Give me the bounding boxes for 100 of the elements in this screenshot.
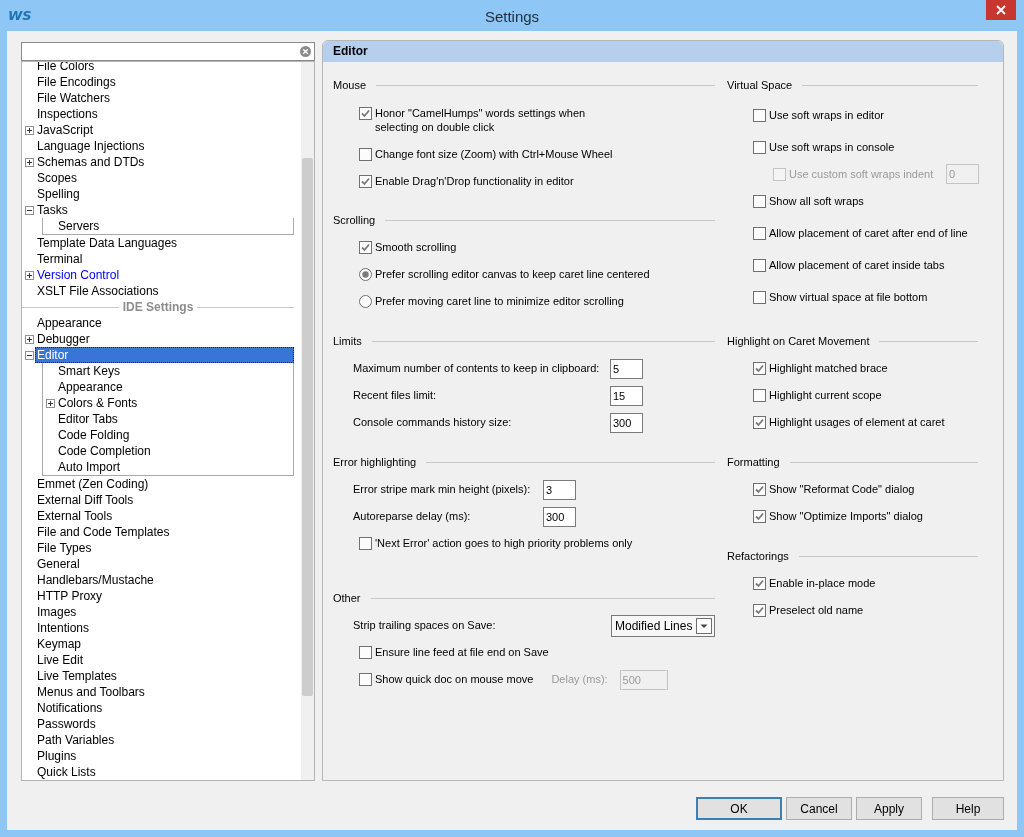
collapse-icon[interactable]: [25, 205, 34, 215]
tree-item[interactable]: Editor: [35, 347, 294, 363]
number-field[interactable]: 300: [610, 412, 643, 433]
tree-item[interactable]: Inspections: [35, 106, 98, 122]
tree-item[interactable]: File Types: [35, 540, 92, 556]
checkbox-label: 'Next Error' action goes to high priority problems only: [375, 536, 633, 552]
tree-item[interactable]: File Watchers: [35, 90, 110, 106]
checkbox[interactable]: [753, 510, 766, 523]
section-heading: Refactorings: [727, 549, 789, 565]
checkbox[interactable]: [359, 537, 372, 550]
tree-item[interactable]: JavaScript: [35, 122, 94, 138]
tree-item[interactable]: File Encodings: [35, 74, 116, 90]
expand-icon[interactable]: [46, 398, 55, 408]
section-divider-label: IDE Settings: [121, 299, 195, 316]
number-field[interactable]: 15: [610, 385, 643, 406]
dialog-button[interactable]: Apply: [856, 797, 922, 820]
radio-button[interactable]: [359, 295, 372, 308]
collapse-icon[interactable]: [25, 350, 34, 360]
dialog-button[interactable]: Help: [932, 797, 1004, 820]
tree-item[interactable]: Appearance: [56, 379, 123, 395]
tree-item[interactable]: Plugins: [35, 748, 77, 764]
checkbox[interactable]: [753, 416, 766, 429]
tree-item[interactable]: Schemas and DTDs: [35, 154, 145, 170]
tree-item[interactable]: Editor Tabs: [56, 411, 118, 427]
checkbox[interactable]: [359, 148, 372, 161]
section-heading: Error highlighting: [333, 455, 417, 471]
checkbox-label: Allow placement of caret after end of line: [769, 225, 968, 241]
expand-icon[interactable]: [25, 334, 34, 344]
tree-item[interactable]: Auto Import: [56, 459, 121, 475]
tree-item[interactable]: Code Folding: [56, 427, 130, 443]
checkbox[interactable]: [753, 577, 766, 590]
tree-item[interactable]: Appearance: [35, 315, 102, 331]
tree-item[interactable]: Language Injections: [35, 138, 145, 154]
tree-item[interactable]: Images: [35, 604, 77, 620]
checkbox[interactable]: [753, 140, 766, 154]
checkbox[interactable]: [753, 290, 766, 304]
checkbox-label: Highlight usages of element at caret: [769, 415, 945, 431]
field-label: Recent files limit:: [353, 389, 437, 402]
tree-item[interactable]: Scopes: [35, 170, 78, 186]
checkbox[interactable]: [753, 258, 766, 272]
dialog-button[interactable]: OK: [696, 797, 782, 820]
tree-item[interactable]: Colors & Fonts: [56, 395, 138, 411]
tree-item[interactable]: XSLT File Associations: [35, 283, 159, 299]
checkbox[interactable]: [753, 483, 766, 496]
checkbox[interactable]: [359, 241, 372, 254]
checkbox-label: Show all soft wraps: [769, 193, 864, 209]
checkbox[interactable]: [753, 389, 766, 402]
tree-item[interactable]: Debugger: [35, 331, 90, 347]
checkbox[interactable]: [753, 362, 766, 375]
tree-item[interactable]: Emmet (Zen Coding): [35, 476, 149, 492]
tree-item[interactable]: Servers: [56, 218, 100, 234]
tree-item[interactable]: Spelling: [35, 186, 80, 202]
checkbox-label: Use custom soft wraps indent: [789, 166, 934, 182]
number-field[interactable]: 3: [543, 479, 576, 500]
expand-icon[interactable]: [25, 125, 34, 135]
dialog-button[interactable]: Cancel: [786, 797, 852, 820]
section-heading: Scrolling: [333, 213, 376, 229]
tree-item[interactable]: Menus and Toolbars: [35, 684, 145, 700]
tree-item[interactable]: Version Control: [35, 267, 120, 283]
tree-item[interactable]: Tasks: [35, 202, 68, 218]
expand-icon[interactable]: [25, 157, 34, 167]
close-button[interactable]: [986, 0, 1016, 20]
tree-item[interactable]: Live Edit: [35, 652, 84, 668]
tree-item[interactable]: External Diff Tools: [35, 492, 134, 508]
tree-item[interactable]: File Colors: [35, 62, 95, 74]
checkbox[interactable]: [753, 604, 766, 617]
checkbox[interactable]: [753, 108, 766, 122]
panel-header: Editor: [323, 41, 1003, 62]
tree-item[interactable]: External Tools: [35, 508, 113, 524]
tree-item[interactable]: General: [35, 556, 80, 572]
tree-item[interactable]: Terminal: [35, 251, 83, 267]
radio-button[interactable]: [359, 268, 372, 281]
number-field[interactable]: 300: [543, 506, 576, 527]
field-label: Strip trailing spaces on Save:: [353, 619, 496, 632]
tree-item[interactable]: Code Completion: [56, 443, 151, 459]
checkbox[interactable]: [359, 646, 372, 659]
tree-item[interactable]: Template Data Languages: [35, 235, 178, 251]
close-icon: [996, 5, 1006, 15]
number-field[interactable]: 5: [610, 358, 643, 379]
tree-item[interactable]: Handlebars/Mustache: [35, 572, 154, 588]
checkbox[interactable]: [753, 194, 766, 208]
tree-item[interactable]: File and Code Templates: [35, 524, 170, 540]
tree-item[interactable]: Smart Keys: [56, 363, 120, 379]
search-field[interactable]: [21, 42, 315, 61]
tree-item[interactable]: Quick Lists: [35, 764, 96, 780]
tree-item[interactable]: HTTP Proxy: [35, 588, 103, 604]
scrollbar-thumb[interactable]: [302, 158, 313, 696]
tree-item[interactable]: Live Templates: [35, 668, 117, 684]
tree-item[interactable]: Keymap: [35, 636, 82, 652]
expand-icon[interactable]: [25, 270, 34, 280]
checkbox-label: Preselect old name: [769, 603, 864, 619]
tree-item[interactable]: Path Variables: [35, 732, 115, 748]
dropdown[interactable]: Modified Lines: [611, 614, 716, 637]
tree-item[interactable]: Notifications: [35, 700, 103, 716]
tree-item[interactable]: Passwords: [35, 716, 96, 732]
tree-item[interactable]: Intentions: [35, 620, 90, 636]
clear-search-icon[interactable]: [300, 46, 311, 57]
checkbox[interactable]: [359, 175, 372, 188]
checkbox[interactable]: [753, 226, 766, 240]
checkbox[interactable]: [359, 107, 372, 120]
